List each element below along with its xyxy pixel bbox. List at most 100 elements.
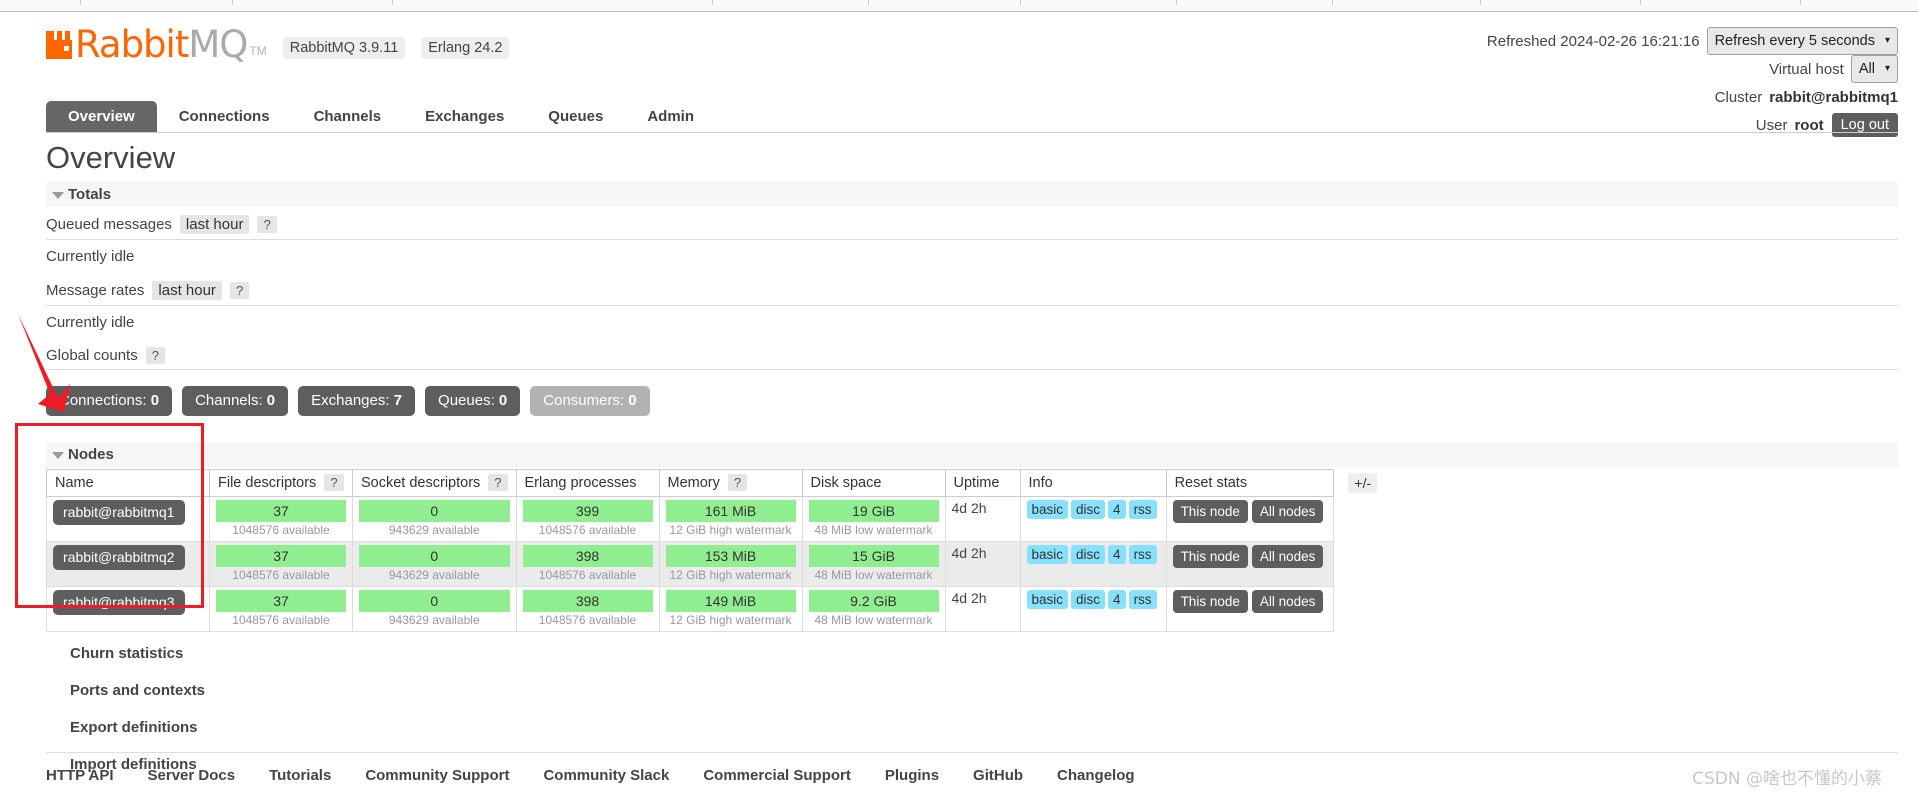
tab-exchanges[interactable]: Exchanges	[403, 101, 526, 132]
reset-this-node-button[interactable]: This node	[1172, 545, 1248, 568]
node-name-link[interactable]: rabbit@rabbitmq1	[53, 500, 185, 525]
column-header-label: Uptime	[953, 475, 1000, 491]
column-header-disk-space[interactable]: Disk space	[801, 469, 946, 497]
footer-link-http-api[interactable]: HTTP API	[46, 767, 114, 784]
footer-link-community-slack[interactable]: Community Slack	[543, 767, 669, 784]
cell-memory: 161 MiB 12 GiB high watermark	[658, 496, 803, 542]
erlang-processes-subtext: 1048576 available	[538, 568, 637, 582]
node-name-link[interactable]: rabbit@rabbitmq2	[53, 545, 185, 570]
info-tag-basic[interactable]: basic	[1026, 545, 1069, 564]
reset-all-nodes-button[interactable]: All nodes	[1251, 590, 1324, 613]
count-badge-connections[interactable]: Connections: 0	[46, 386, 173, 416]
info-tag-rss[interactable]: rss	[1128, 545, 1157, 564]
help-icon[interactable]: ?	[257, 216, 277, 233]
info-tag-basic[interactable]: basic	[1026, 500, 1069, 519]
help-icon[interactable]: ?	[488, 474, 508, 491]
column-header-label: Disk space	[810, 475, 882, 491]
tab-admin[interactable]: Admin	[625, 101, 716, 132]
nodes-section-header[interactable]: Nodes	[46, 442, 1898, 467]
vhost-row: Virtual host All ▾	[1487, 55, 1898, 83]
reset-this-node-button[interactable]: This node	[1172, 590, 1248, 613]
totals-section-header[interactable]: Totals	[46, 182, 1898, 207]
socket-descriptors-subtext: 943629 available	[388, 523, 480, 537]
erlang-processes-subtext: 1048576 available	[538, 613, 637, 627]
count-badge-channels[interactable]: Channels: 0	[182, 386, 289, 416]
column-header-info[interactable]: Info	[1019, 469, 1167, 497]
count-badge-consumers[interactable]: Consumers: 0	[530, 386, 650, 416]
footer-link-plugins[interactable]: Plugins	[885, 767, 939, 784]
erlang-processes-value: 398	[522, 590, 653, 612]
cell-node-name: rabbit@rabbitmq1	[46, 496, 210, 542]
reset-this-node-button[interactable]: This node	[1172, 500, 1248, 523]
disk-space-subtext: 48 MiB low watermark	[814, 613, 933, 627]
refreshed-timestamp: Refreshed 2024-02-26 16:21:16	[1486, 32, 1700, 50]
column-header-reset-stats[interactable]: Reset stats	[1165, 469, 1335, 497]
reset-all-nodes-button[interactable]: All nodes	[1251, 545, 1324, 568]
info-tag-4[interactable]: 4	[1108, 545, 1126, 564]
disk-space-subtext: 48 MiB low watermark	[814, 523, 933, 537]
column-header-memory[interactable]: Memory?	[658, 469, 803, 497]
column-toggle-button[interactable]: +/-	[1348, 473, 1378, 493]
chevron-down-icon	[52, 452, 64, 459]
message-rates-period[interactable]: last hour	[152, 281, 222, 300]
column-header-erlang-processes[interactable]: Erlang processes	[515, 469, 660, 497]
trademark-mark: TM	[249, 44, 267, 58]
section-ports-and-contexts[interactable]: Ports and contexts	[46, 675, 1898, 706]
footer-link-commercial-support[interactable]: Commercial Support	[703, 767, 851, 784]
help-icon[interactable]: ?	[145, 347, 165, 364]
node-name-link[interactable]: rabbit@rabbitmq3	[53, 590, 185, 615]
section-export-definitions[interactable]: Export definitions	[46, 712, 1898, 743]
footer-links: HTTP API Server Docs Tutorials Community Su…	[46, 752, 1898, 784]
global-counts-badges: Connections: 0 Channels: 0 Exchanges: 7 Que…	[46, 386, 1898, 416]
footer-link-github[interactable]: GitHub	[973, 767, 1023, 784]
tab-queues[interactable]: Queues	[526, 101, 625, 132]
section-churn-statistics[interactable]: Churn statistics	[46, 638, 1898, 669]
cell-erlang-processes: 398 1048576 available	[515, 541, 660, 587]
disk-space-value: 9.2 GiB	[808, 590, 939, 612]
cell-file-descriptors: 37 1048576 available	[209, 541, 353, 587]
info-tag-disc[interactable]: disc	[1071, 590, 1106, 609]
count-value: 0	[150, 392, 160, 409]
disk-space-value: 19 GiB	[808, 500, 939, 522]
count-label: Channels:	[195, 392, 267, 409]
socket-descriptors-subtext: 943629 available	[388, 568, 480, 582]
cell-disk-space: 9.2 GiB 48 MiB low watermark	[801, 586, 946, 632]
brand-block[interactable]: RabbitMQ TM RabbitMQ 3.9.11 Erlang 24.2	[46, 23, 510, 66]
brand-name-secondary: MQ	[188, 23, 248, 66]
footer-link-community-support[interactable]: Community Support	[365, 767, 509, 784]
refresh-interval-select[interactable]: Refresh every 5 seconds ▾	[1706, 27, 1898, 55]
column-header-label: File descriptors	[218, 475, 317, 491]
queued-messages-label: Queued messages	[46, 216, 172, 233]
tab-channels[interactable]: Channels	[292, 101, 404, 132]
count-badge-exchanges[interactable]: Exchanges: 7	[298, 386, 416, 416]
help-icon[interactable]: ?	[229, 282, 250, 299]
footer-link-changelog[interactable]: Changelog	[1057, 767, 1135, 784]
memory-subtext: 12 GiB high watermark	[669, 613, 792, 627]
tab-connections[interactable]: Connections	[157, 101, 292, 132]
column-header-file-descriptors[interactable]: File descriptors?	[209, 469, 353, 497]
info-tag-rss[interactable]: rss	[1128, 590, 1157, 609]
cell-disk-space: 19 GiB 48 MiB low watermark	[801, 496, 946, 542]
info-tag-rss[interactable]: rss	[1128, 500, 1157, 519]
column-header-uptime[interactable]: Uptime	[944, 469, 1021, 497]
column-header-socket-descriptors[interactable]: Socket descriptors?	[352, 469, 517, 497]
help-icon[interactable]: ?	[727, 474, 748, 491]
queued-messages-period[interactable]: last hour	[179, 215, 250, 234]
footer-link-server-docs[interactable]: Server Docs	[148, 767, 236, 784]
footer-link-tutorials[interactable]: Tutorials	[269, 767, 331, 784]
count-badge-queues[interactable]: Queues: 0	[425, 386, 521, 416]
info-tag-4[interactable]: 4	[1108, 500, 1126, 519]
info-tag-basic[interactable]: basic	[1026, 590, 1069, 609]
vhost-select[interactable]: All ▾	[1850, 55, 1898, 83]
erlang-processes-value: 398	[522, 545, 653, 567]
info-tag-4[interactable]: 4	[1108, 590, 1126, 609]
watermark-text: CSDN @啥也不懂的小蔡	[1692, 769, 1882, 789]
help-icon[interactable]: ?	[324, 474, 344, 491]
info-tag-disc[interactable]: disc	[1071, 500, 1106, 519]
reset-all-nodes-button[interactable]: All nodes	[1251, 500, 1324, 523]
tab-overview[interactable]: Overview	[46, 101, 157, 132]
column-header-name[interactable]: Name	[46, 469, 210, 497]
info-tag-disc[interactable]: disc	[1071, 545, 1106, 564]
message-rates-header: Message rates last hour ?	[46, 275, 1898, 306]
table-row: rabbit@rabbitmq3 37 1048576 available 0 9436…	[46, 586, 1335, 632]
